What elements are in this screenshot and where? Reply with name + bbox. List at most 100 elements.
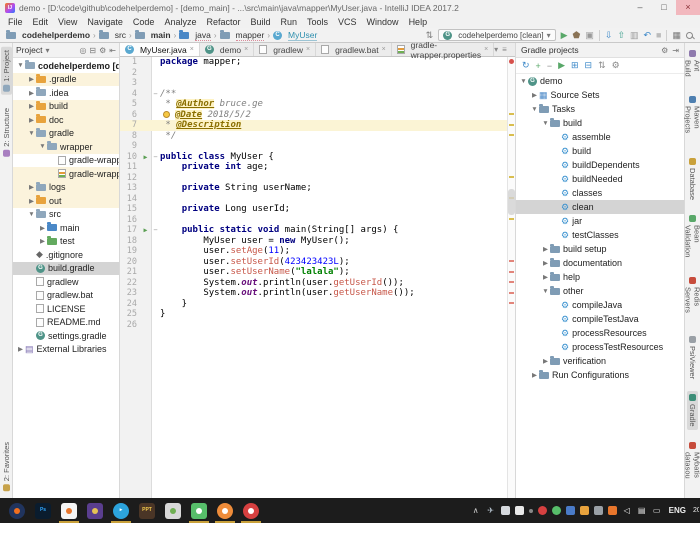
stop-icon[interactable]: ■: [656, 29, 661, 42]
project-panel-title[interactable]: Project: [16, 45, 42, 55]
error-stripe-mark[interactable]: [509, 281, 514, 283]
project-tree-item-codehelperdemo-demo[interactable]: ▼ codehelperdemo [demo]: [13, 59, 119, 73]
code-text[interactable]: * @Description: [160, 120, 515, 131]
code-text[interactable]: }: [160, 299, 515, 310]
split-editor-icon[interactable]: ≡: [502, 45, 507, 54]
intention-bulb-icon[interactable]: [163, 110, 170, 118]
code-line-2[interactable]: 2: [120, 68, 515, 79]
tab-close-icon[interactable]: ×: [190, 46, 194, 53]
code-line-6[interactable]: 6 @Date 2018/5/2: [120, 109, 515, 121]
gradle-tree-item-testclasses[interactable]: ⚙ testClasses: [516, 228, 684, 242]
compare-icon[interactable]: ▥: [630, 29, 639, 42]
code-text[interactable]: public static void main(String[] args) {: [160, 225, 515, 236]
chevron-expanded-icon[interactable]: ▼: [27, 130, 36, 137]
code-line-10[interactable]: 10 ▶ − public class MyUser {: [120, 152, 515, 163]
menu-vcs[interactable]: VCS: [333, 17, 362, 27]
breadcrumb-src[interactable]: src: [98, 29, 126, 40]
chevron-expanded-icon[interactable]: ▼: [519, 78, 528, 85]
expand-all-icon[interactable]: ⊞: [571, 60, 579, 71]
toolwindow-button-database[interactable]: Database: [687, 155, 698, 203]
editor-error-stripe[interactable]: [507, 57, 515, 498]
code-line-3[interactable]: 3: [120, 78, 515, 89]
gradle-tree-item-source-sets[interactable]: ▶ ▦ Source Sets: [516, 88, 684, 102]
minimize-button[interactable]: –: [628, 0, 652, 15]
gradle-tree-item-build[interactable]: ⚙ build: [516, 144, 684, 158]
project-tree-item-gradle[interactable]: ▼ gradle: [13, 126, 119, 140]
collapse-all-icon[interactable]: ⊟: [89, 46, 96, 55]
project-tree-item-src[interactable]: ▼ src: [13, 208, 119, 222]
tab-gradlew[interactable]: gradlew ×: [254, 43, 317, 56]
chevron-collapsed-icon[interactable]: ▶: [38, 224, 47, 232]
code-text[interactable]: [160, 215, 515, 226]
gradle-tree-item-tasks[interactable]: ▼ Tasks: [516, 102, 684, 116]
tab-gradlew-bat[interactable]: gradlew.bat ×: [316, 43, 392, 56]
tab-gradle-wrapper-properties[interactable]: gradle-wrapper.properties ×: [392, 40, 495, 60]
shield-icon[interactable]: [500, 506, 510, 515]
code-line-7[interactable]: 7 * @Description: [120, 120, 515, 131]
code-line-16[interactable]: 16: [120, 215, 515, 226]
menu-refactor[interactable]: Refactor: [201, 17, 245, 27]
red-app-icon[interactable]: [241, 502, 261, 523]
star-app-icon[interactable]: [87, 502, 103, 519]
project-tree-item-gradlew[interactable]: gradlew: [13, 275, 119, 289]
code-area[interactable]: 1 package mapper; 2 3 4−/** 5 * @Author bruce…: [120, 57, 515, 498]
grid-icon[interactable]: ▦: [672, 29, 681, 42]
toolwindow-button-mybatis-datasou[interactable]: Mybatis datasou: [683, 439, 700, 494]
project-tree-item-logs[interactable]: ▶ logs: [13, 180, 119, 194]
menu-build[interactable]: Build: [245, 17, 275, 27]
chevron-expanded-icon[interactable]: ▼: [27, 211, 36, 218]
code-text[interactable]: user.setUserName("lalala");: [160, 267, 515, 278]
taskbar-clock[interactable]: 20: [693, 507, 699, 514]
code-text[interactable]: @Date 2018/5/2: [160, 109, 515, 121]
photoshop-icon[interactable]: Ps: [35, 502, 51, 519]
red-tray-icon[interactable]: [537, 506, 547, 515]
scrollbar-thumb[interactable]: [508, 189, 515, 215]
code-text[interactable]: System.out.println(user.getUserName());: [160, 288, 515, 299]
flag-icon[interactable]: [514, 506, 524, 515]
menu-navigate[interactable]: Navigate: [82, 17, 128, 27]
attach-project-icon[interactable]: +: [536, 61, 541, 71]
ppt-app-icon[interactable]: PPT: [139, 502, 155, 519]
java-tray-icon[interactable]: [579, 506, 589, 515]
project-tree-item-gradle[interactable]: ▶ .gradle: [13, 72, 119, 86]
code-text[interactable]: private String userName;: [160, 183, 515, 194]
refresh-icon[interactable]: ↻: [522, 60, 530, 71]
code-line-24[interactable]: 24 }: [120, 299, 515, 310]
chevron-collapsed-icon[interactable]: ▶: [27, 102, 36, 110]
code-line-17[interactable]: 17 ▶ − public static void main(String[] ar…: [120, 225, 515, 236]
gear-icon[interactable]: ⚙: [661, 46, 668, 55]
gradle-tree-item-other[interactable]: ▼ other: [516, 284, 684, 298]
chevron-expanded-icon[interactable]: ▼: [38, 143, 47, 150]
blue-doc-icon[interactable]: [565, 506, 575, 515]
run-gutter-icon[interactable]: ▶: [140, 225, 151, 236]
warning-stripe-mark[interactable]: [509, 218, 514, 220]
code-text[interactable]: System.out.println(user.getUserId());: [160, 278, 515, 289]
gear-icon[interactable]: ⚙: [99, 46, 106, 55]
chevron-collapsed-icon[interactable]: ▶: [541, 273, 550, 281]
coverage-button[interactable]: ▣: [585, 29, 594, 42]
code-text[interactable]: [160, 320, 515, 331]
warning-stripe-mark[interactable]: [509, 113, 514, 115]
error-stripe-mark[interactable]: [509, 302, 514, 304]
locate-icon[interactable]: ◎: [79, 46, 86, 55]
chevron-collapsed-icon[interactable]: ▶: [530, 91, 539, 99]
code-text[interactable]: private int age;: [160, 162, 515, 173]
chevron-collapsed-icon[interactable]: ▶: [38, 237, 47, 245]
code-text[interactable]: private Long userId;: [160, 204, 515, 215]
code-text[interactable]: user.setAge(11);: [160, 246, 515, 257]
project-tree-item-idea[interactable]: ▶ .idea: [13, 86, 119, 100]
code-text[interactable]: public class MyUser {: [160, 152, 515, 163]
gradle-tree-item-build[interactable]: ▼ build: [516, 116, 684, 130]
code-line-18[interactable]: 18 MyUser user = new MyUser();: [120, 236, 515, 247]
warning-stripe-mark[interactable]: [509, 176, 514, 178]
menu-file[interactable]: File: [3, 17, 28, 27]
code-text[interactable]: }: [160, 309, 515, 320]
chevron-down-icon[interactable]: ▾: [45, 46, 49, 55]
project-tree-item-gitignore[interactable]: ◆ .gitignore: [13, 248, 119, 262]
project-tree-item-doc[interactable]: ▶ doc: [13, 113, 119, 127]
volume-icon[interactable]: ◁: [622, 506, 632, 516]
search-icon[interactable]: [686, 31, 693, 39]
project-tree-item-out[interactable]: ▶ out: [13, 194, 119, 208]
code-text[interactable]: [160, 141, 515, 152]
code-line-26[interactable]: 26: [120, 320, 515, 331]
